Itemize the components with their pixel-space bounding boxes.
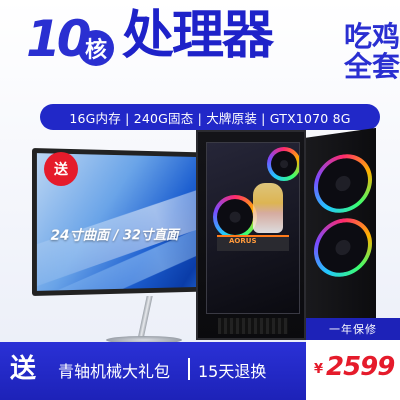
headline-main: 处理器 (122, 10, 272, 62)
warranty-label: 一年保修 (306, 318, 400, 340)
promo-send: 送 (10, 348, 36, 385)
gift-badge: 送 (44, 152, 78, 186)
pc-tower-image: AORUS (196, 130, 356, 340)
headline-number: 10 (26, 14, 88, 64)
spec-bar: 16G内存 | 240G固态 | 大牌原装 | GTX1070 8G (40, 104, 380, 130)
rgb-fan-icon (314, 214, 372, 280)
tower-glass-window: AORUS (206, 142, 300, 314)
product-banner: 10 核 处理器 吃鸡 全套 16G内存 | 240G固态 | 大牌原装 | G… (0, 0, 400, 400)
headline-side-line2: 全套 (344, 52, 400, 82)
price-amount: 2599 (326, 352, 394, 382)
headline-core-badge: 核 (78, 30, 114, 66)
rgb-fan-icon (267, 147, 300, 181)
tower-front-panel: AORUS (196, 130, 306, 340)
promo-return-policy: 15天退换 (198, 358, 266, 382)
monitor-stand-neck (137, 296, 152, 340)
tower-psu-mesh (218, 318, 288, 334)
rgb-fan-icon (314, 150, 372, 216)
gpu-brand-label: AORUS (229, 237, 256, 245)
price-currency: ¥ (314, 362, 323, 377)
monitor-size-label: 24寸曲面 / 32寸直面 (51, 225, 179, 245)
anime-figure-decoration (253, 183, 283, 233)
promo-divider (188, 358, 190, 380)
promo-gift-text: 青轴机械大礼包 (58, 358, 170, 382)
headline-side: 吃鸡 全套 (344, 22, 400, 82)
rgb-fan-icon (213, 195, 257, 239)
headline-side-line1: 吃鸡 (344, 22, 400, 52)
tower-side-panel (304, 128, 376, 340)
headline: 10 核 处理器 吃鸡 全套 (26, 8, 386, 98)
